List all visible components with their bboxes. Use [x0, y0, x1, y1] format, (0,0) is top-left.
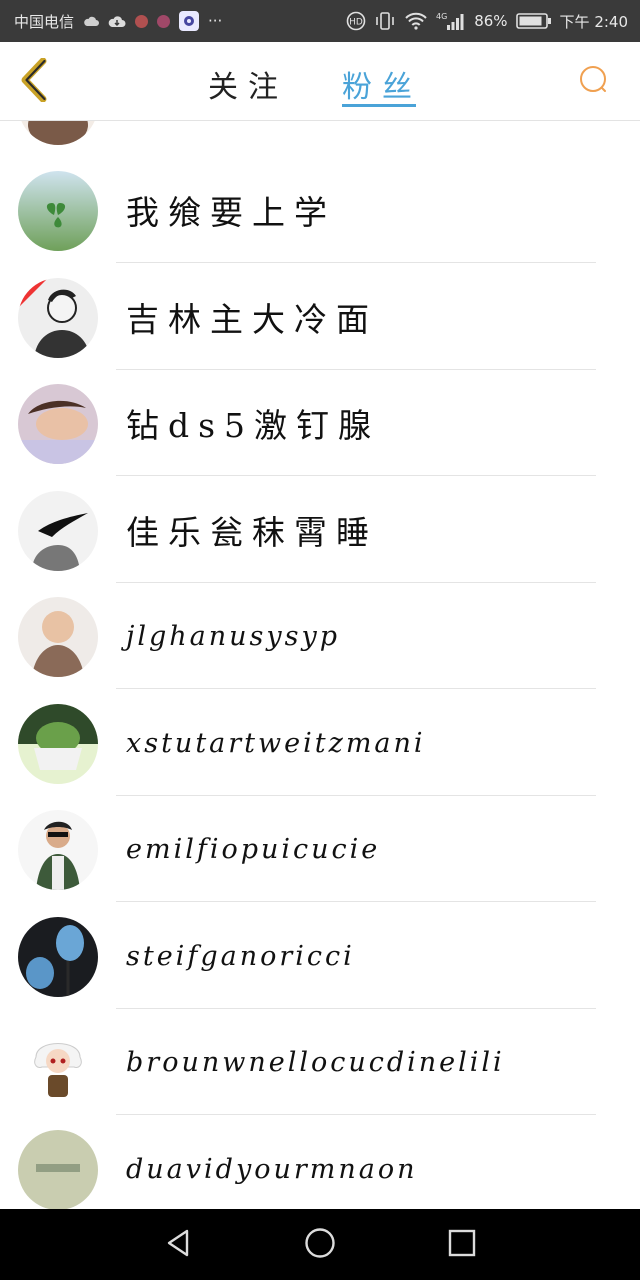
list-item[interactable]: duavidyourmnaon: [0, 1116, 640, 1209]
nav-back-button[interactable]: [160, 1227, 196, 1263]
follower-name: duavidyourmnaon: [126, 1153, 418, 1185]
row-divider: [116, 901, 596, 902]
row-divider: [116, 475, 596, 476]
tab-followers[interactable]: 粉丝: [342, 60, 422, 108]
avatar: [18, 597, 98, 677]
follower-name: jlghanusysyp: [126, 620, 341, 652]
follower-name: xstutartweitzmani: [126, 727, 426, 759]
vibrate-icon: [374, 11, 396, 31]
list-item[interactable]: 我飨要上学: [0, 157, 640, 263]
followers-list[interactable]: 我飨要上学 吉林主大冷面 钻ds5激钉腺 佳乐瓮秣霄睡 jlghanusysyp: [0, 121, 640, 1209]
list-item[interactable]: xstutartweitzmani: [0, 690, 640, 796]
avatar: [18, 121, 98, 145]
list-item[interactable]: brounwnellocucdinelili: [0, 1009, 640, 1115]
follower-name: 钻ds5激钉腺: [126, 406, 381, 445]
battery-icon: [515, 12, 552, 30]
cloud-download-icon: [108, 15, 126, 28]
triangle-back-icon: [163, 1228, 193, 1262]
avatar: [18, 171, 98, 251]
system-nav-bar: [0, 1209, 640, 1280]
list-item[interactable]: 钻ds5激钉腺: [0, 370, 640, 476]
battery-percent: 86%: [474, 12, 508, 30]
square-recents-icon: [448, 1229, 476, 1261]
row-divider: [116, 1114, 596, 1115]
search-button[interactable]: [574, 62, 614, 102]
avatar: [18, 917, 98, 997]
signal-icon: 4G: [436, 11, 466, 31]
follower-name: 我飨要上学: [126, 193, 336, 232]
list-item-partial[interactable]: [0, 121, 640, 157]
row-divider: [116, 688, 596, 689]
search-icon: [577, 63, 611, 101]
row-divider: [116, 262, 596, 263]
avatar: [18, 278, 98, 358]
cloud-icon: [83, 16, 100, 27]
wifi-icon: [404, 12, 428, 30]
avatar: [18, 1023, 98, 1103]
app-notification-icon-2: [157, 14, 171, 28]
avatar: [18, 384, 98, 464]
avatar: [18, 810, 98, 890]
status-bar: 中国电信 ··· HD 4G 86% 下午 2:40: [0, 0, 640, 42]
list-item[interactable]: 吉林主大冷面: [0, 264, 640, 370]
more-notifications: ···: [208, 12, 223, 30]
follower-name: brounwnellocucdinelili: [126, 1046, 505, 1078]
follower-name: 吉林主大冷面: [126, 300, 378, 339]
app-badge-icon: [179, 11, 200, 31]
nav-recents-button[interactable]: [444, 1227, 480, 1263]
list-item[interactable]: emilfiopuicucie: [0, 796, 640, 902]
back-button[interactable]: [14, 57, 54, 106]
active-tab-indicator: [342, 104, 416, 107]
list-item[interactable]: 佳乐瓮秣霄睡: [0, 477, 640, 583]
follower-name: emilfiopuicucie: [126, 833, 381, 865]
svg-text:HD: HD: [349, 18, 363, 28]
follower-name: steifganoricci: [126, 940, 355, 972]
chevron-left-icon: [19, 57, 49, 106]
clock: 下午 2:40: [559, 12, 628, 31]
nav-home-button[interactable]: [302, 1227, 338, 1263]
tab-following[interactable]: 关注: [208, 60, 288, 108]
app-notification-icon: [135, 14, 149, 28]
circle-home-icon: [304, 1227, 336, 1263]
follower-name: 佳乐瓮秣霄睡: [126, 513, 378, 552]
network-type-label: 4G: [436, 12, 447, 21]
avatar: [18, 1130, 98, 1209]
avatar: [18, 704, 98, 784]
avatar: [18, 491, 98, 571]
list-item[interactable]: jlghanusysyp: [0, 583, 640, 689]
app-header: 关注 粉丝: [0, 42, 640, 121]
carrier-label: 中国电信: [14, 12, 75, 31]
hd-call-icon: HD: [346, 11, 366, 31]
list-item[interactable]: steifganoricci: [0, 903, 640, 1009]
